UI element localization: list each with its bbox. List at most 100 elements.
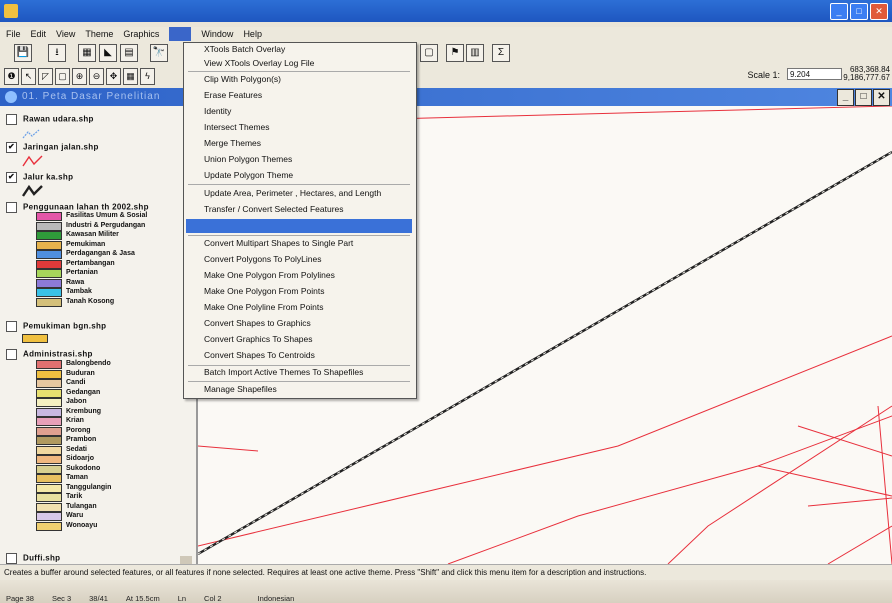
admin-swatch xyxy=(36,464,62,474)
menu-item-merge-themes[interactable]: Merge Themes xyxy=(204,138,261,148)
theme-visibility-checkbox[interactable] xyxy=(6,114,17,125)
landuse-label: Kawasan Militer xyxy=(66,231,119,238)
edit-legend-button[interactable]: ◣ xyxy=(99,44,117,62)
toc-scrollbar[interactable] xyxy=(180,556,192,564)
identify-tool[interactable]: ❶ xyxy=(4,68,19,85)
vertex-edit-tool[interactable]: ◸ xyxy=(38,68,53,85)
menu-graphics[interactable]: Graphics xyxy=(123,27,159,41)
view-minimize-button[interactable]: _ xyxy=(837,89,854,106)
admin-label: Krembung xyxy=(66,407,101,415)
menu-item-highlighted[interactable] xyxy=(186,219,412,233)
statistics-button[interactable]: Σ xyxy=(492,44,510,62)
arcview-app-icon xyxy=(4,4,18,18)
menu-item-view-overlay-log[interactable]: View XTools Overlay Log File xyxy=(204,58,314,68)
menu-item-identity[interactable]: Identity xyxy=(204,106,231,116)
menu-theme[interactable]: Theme xyxy=(85,27,113,41)
word-position: At 15.5cm xyxy=(125,594,160,603)
admin-label: Sidoarjo xyxy=(66,455,95,462)
query-builder-button[interactable]: ⚑ xyxy=(446,44,464,62)
theme-name: Jalur ka.shp xyxy=(23,172,74,182)
pointer-tool[interactable]: ↖ xyxy=(21,68,36,85)
pan-tool[interactable]: ✥ xyxy=(106,68,121,85)
view-close-button[interactable]: ✕ xyxy=(873,89,890,106)
menu-item-polyline-from-points[interactable]: Make One Polyline From Points xyxy=(204,302,324,312)
menu-view[interactable]: View xyxy=(56,27,75,41)
locate-address-button[interactable]: ▥ xyxy=(466,44,484,62)
theme-properties-button[interactable]: ▦ xyxy=(78,44,96,62)
menu-item-union-polygon-themes[interactable]: Union Polygon Themes xyxy=(204,154,292,164)
hotlink-tool[interactable]: ϟ xyxy=(140,68,155,85)
zoom-in-tool[interactable]: ⊕ xyxy=(72,68,87,85)
theme-visibility-checkbox[interactable] xyxy=(6,349,17,360)
save-project-button[interactable]: 💾 xyxy=(14,44,32,62)
menu-item-erase-features[interactable]: Erase Features xyxy=(204,90,262,100)
admin-swatch xyxy=(36,455,62,464)
zoom-out-tool[interactable]: ⊖ xyxy=(89,68,104,85)
admin-label: Sedati xyxy=(66,445,88,453)
theme-entry-duffi[interactable]: Duffi.shp xyxy=(6,553,60,564)
theme-entry-rawan-udara[interactable]: Rawan udara.shp xyxy=(6,114,94,125)
measure-tool[interactable]: ▦ xyxy=(123,68,138,85)
open-table-button[interactable]: ▤ xyxy=(120,44,138,62)
theme-visibility-checkbox[interactable] xyxy=(6,202,17,213)
cursor-coordinates: 683,368.84 9,186,777.67 xyxy=(843,66,890,82)
menu-window[interactable]: Window xyxy=(201,27,233,41)
menu-item-xtools-batch-overlay[interactable]: XTools Batch Overlay xyxy=(204,44,285,54)
theme-entry-jaringan-jalan[interactable]: ✔ Jaringan jalan.shp xyxy=(6,142,99,153)
theme-entry-pemukiman-bgn[interactable]: Pemukiman bgn.shp xyxy=(6,321,106,332)
admin-swatch xyxy=(36,360,62,369)
menu-help[interactable]: Help xyxy=(243,27,262,41)
scale-input[interactable]: 9.204 xyxy=(787,68,842,80)
menu-item-shapes-to-graphics[interactable]: Convert Shapes to Graphics xyxy=(204,318,311,328)
theme-entry-administrasi[interactable]: Administrasi.shp xyxy=(6,349,93,360)
view-maximize-button[interactable]: □ xyxy=(855,89,872,106)
theme-visibility-checkbox[interactable]: ✔ xyxy=(6,142,17,153)
menu-edit[interactable]: Edit xyxy=(31,27,47,41)
road-line-symbol-icon xyxy=(22,155,43,167)
theme-entry-jalur-ka[interactable]: ✔ Jalur ka.shp xyxy=(6,172,73,183)
theme-visibility-checkbox[interactable] xyxy=(6,553,17,564)
add-theme-button[interactable]: ⭳ xyxy=(48,44,66,62)
find-button[interactable]: 🔭 xyxy=(150,44,168,62)
menu-item-transfer-convert-features[interactable]: Transfer / Convert Selected Features xyxy=(204,204,344,214)
layout-button[interactable]: ▢ xyxy=(420,44,438,62)
menu-item-intersect-themes[interactable]: Intersect Themes xyxy=(204,122,270,132)
word-column: Col 2 xyxy=(204,594,222,603)
admin-swatch xyxy=(36,445,62,455)
landuse-label: Fasilitas Umum & Sosial xyxy=(66,212,148,219)
menu-item-update-area-perimeter[interactable]: Update Area, Perimeter , Hectares, and L… xyxy=(204,188,381,198)
select-feature-tool[interactable]: ▢ xyxy=(55,68,70,85)
admin-label: Candi xyxy=(66,379,86,386)
admin-swatch xyxy=(36,521,62,531)
menu-item-graphics-to-shapes[interactable]: Convert Graphics To Shapes xyxy=(204,334,313,344)
minimize-button[interactable]: _ xyxy=(830,3,848,20)
admin-label: Jabon xyxy=(66,398,87,405)
menu-item-shapes-to-centroids[interactable]: Convert Shapes To Centroids xyxy=(204,350,315,360)
menu-xtools-active[interactable] xyxy=(169,27,192,41)
status-bar: Creates a buffer around selected feature… xyxy=(0,564,892,580)
menu-item-convert-polygons-to-polylines[interactable]: Convert Polygons To PolyLines xyxy=(204,254,322,264)
app-title-bar: _ □ ✕ xyxy=(0,0,892,22)
landuse-swatch xyxy=(36,269,62,278)
menu-item-manage-shapefiles[interactable]: Manage Shapefiles xyxy=(204,384,277,394)
admin-swatch xyxy=(36,369,62,379)
theme-name: Administrasi.shp xyxy=(23,349,93,359)
admin-swatch xyxy=(36,493,62,502)
menu-item-convert-multipart[interactable]: Convert Multipart Shapes to Single Part xyxy=(204,238,353,248)
menu-item-clip-with-polygons[interactable]: Clip With Polygon(s) xyxy=(204,74,281,84)
menu-file[interactable]: File xyxy=(6,27,21,41)
menu-item-polygon-from-polylines[interactable]: Make One Polygon From Polylines xyxy=(204,270,335,280)
view-title: 01. Peta Dasar Penelitian xyxy=(22,91,161,102)
menu-item-batch-import-themes[interactable]: Batch Import Active Themes To Shapefiles xyxy=(204,367,363,377)
admin-label: Prambon xyxy=(66,436,97,443)
menu-item-update-polygon-theme[interactable]: Update Polygon Theme xyxy=(204,170,293,180)
landuse-label: Rawa xyxy=(66,278,85,286)
menu-item-polygon-from-points[interactable]: Make One Polygon From Points xyxy=(204,286,324,296)
landuse-label: Tambak xyxy=(66,288,92,295)
maximize-button[interactable]: □ xyxy=(850,3,868,20)
close-button[interactable]: ✕ xyxy=(870,3,888,20)
landuse-swatch xyxy=(36,212,62,221)
theme-visibility-checkbox[interactable] xyxy=(6,321,17,332)
admin-label: Taman xyxy=(66,474,89,481)
theme-visibility-checkbox[interactable]: ✔ xyxy=(6,172,17,183)
